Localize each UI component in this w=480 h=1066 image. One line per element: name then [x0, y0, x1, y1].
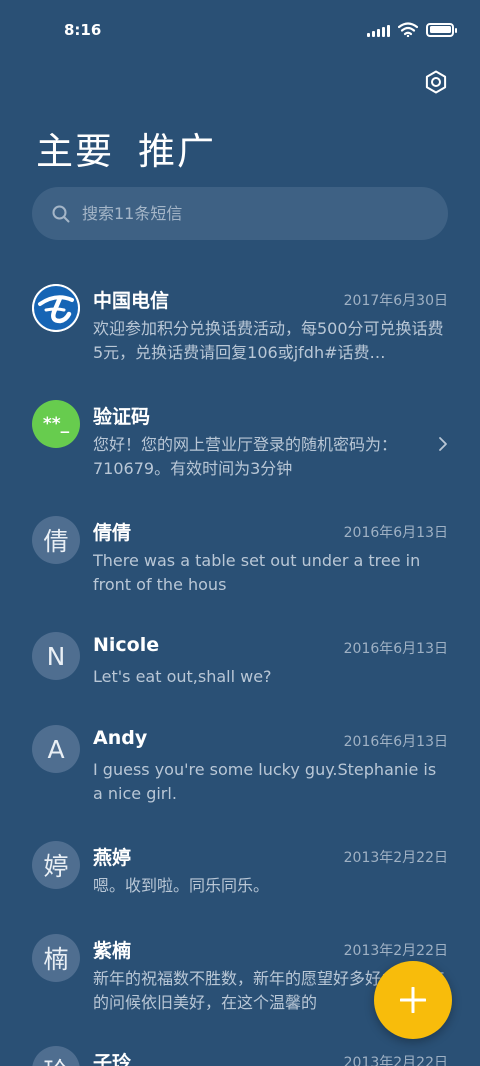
conversation-name: 子玲 — [93, 1052, 132, 1066]
conversation-name: Nicole — [93, 634, 160, 656]
conversation-name: 中国电信 — [93, 290, 170, 312]
conversation-preview: There was a table set out under a tree i… — [93, 551, 421, 594]
gear-icon — [425, 70, 447, 94]
conversation-preview: I guess you're some lucky guy.Stephanie … — [93, 760, 437, 803]
status-time: 8:16 — [64, 21, 102, 39]
avatar: 婷 — [32, 841, 80, 889]
avatar: **_ — [32, 400, 80, 448]
conversation-name: 验证码 — [93, 406, 151, 428]
conversation-date: 2016年6月13日 — [343, 734, 448, 750]
conversation-preview: 您好！您的网上营业厅登录的随机密码为：710679。有效时间为3分钟 — [93, 435, 398, 478]
signal-icon — [367, 23, 390, 37]
conversation-item[interactable]: 玲 子玲 2013年2月22日 — [0, 1046, 480, 1066]
tab-bar: 主要 推广 — [36, 121, 216, 175]
telecom-logo-avatar — [32, 284, 80, 332]
avatar: N — [32, 632, 80, 680]
search-icon — [52, 205, 70, 222]
avatar: 玲 — [32, 1046, 80, 1066]
wifi-icon — [398, 22, 418, 37]
compose-button[interactable] — [374, 961, 452, 1039]
chevron-right-icon — [439, 437, 447, 451]
conversation-date: 2013年2月22日 — [343, 850, 448, 866]
conversation-preview: Let's eat out,shall we? — [93, 667, 272, 686]
conversation-preview: 嗯。收到啦。同乐同乐。 — [93, 876, 270, 895]
conversation-date: 2013年2月22日 — [343, 943, 448, 959]
conversation-date: 2016年6月13日 — [343, 525, 448, 541]
conversation-preview: 欢迎参加积分兑换话费活动，每500分可兑换话费5元，兑换话费请回复106或jfd… — [93, 319, 444, 362]
conversation-date: 2017年6月30日 — [343, 293, 448, 309]
conversation-item[interactable]: **_ 验证码 您好！您的网上营业厅登录的随机密码为：710679。有效时间为3… — [0, 400, 480, 490]
status-bar: 8:16 — [0, 0, 480, 62]
battery-icon — [426, 22, 457, 37]
status-icons — [367, 22, 457, 37]
conversation-item[interactable]: 倩 倩倩 2016年6月13日 There was a table set ou… — [0, 516, 480, 606]
tab-promotions[interactable]: 推广 — [138, 121, 216, 175]
plus-icon — [400, 987, 426, 1013]
search-input[interactable] — [82, 204, 402, 223]
avatar: 楠 — [32, 934, 80, 982]
avatar: 倩 — [32, 516, 80, 564]
avatar: A — [32, 725, 80, 773]
conversation-date: 2016年6月13日 — [343, 641, 448, 657]
tab-primary[interactable]: 主要 — [36, 121, 114, 175]
conversation-item[interactable]: A Andy 2016年6月13日 I guess you're some lu… — [0, 725, 480, 815]
conversation-name: 紫楠 — [93, 940, 132, 962]
conversation-name: 倩倩 — [93, 522, 132, 544]
conversation-item[interactable]: 婷 燕婷 2013年2月22日 嗯。收到啦。同乐同乐。 — [0, 841, 480, 911]
conversation-name: Andy — [93, 727, 148, 749]
conversation-name: 燕婷 — [93, 847, 132, 869]
conversation-item[interactable]: 中国电信 2017年6月30日 欢迎参加积分兑换话费活动，每500分可兑换话费5… — [0, 284, 480, 384]
search-bar[interactable] — [32, 187, 448, 240]
settings-button[interactable] — [420, 66, 452, 98]
conversation-date: 2013年2月22日 — [343, 1055, 448, 1066]
conversation-item[interactable]: N Nicole 2016年6月13日 Let's eat out,shall … — [0, 632, 480, 702]
